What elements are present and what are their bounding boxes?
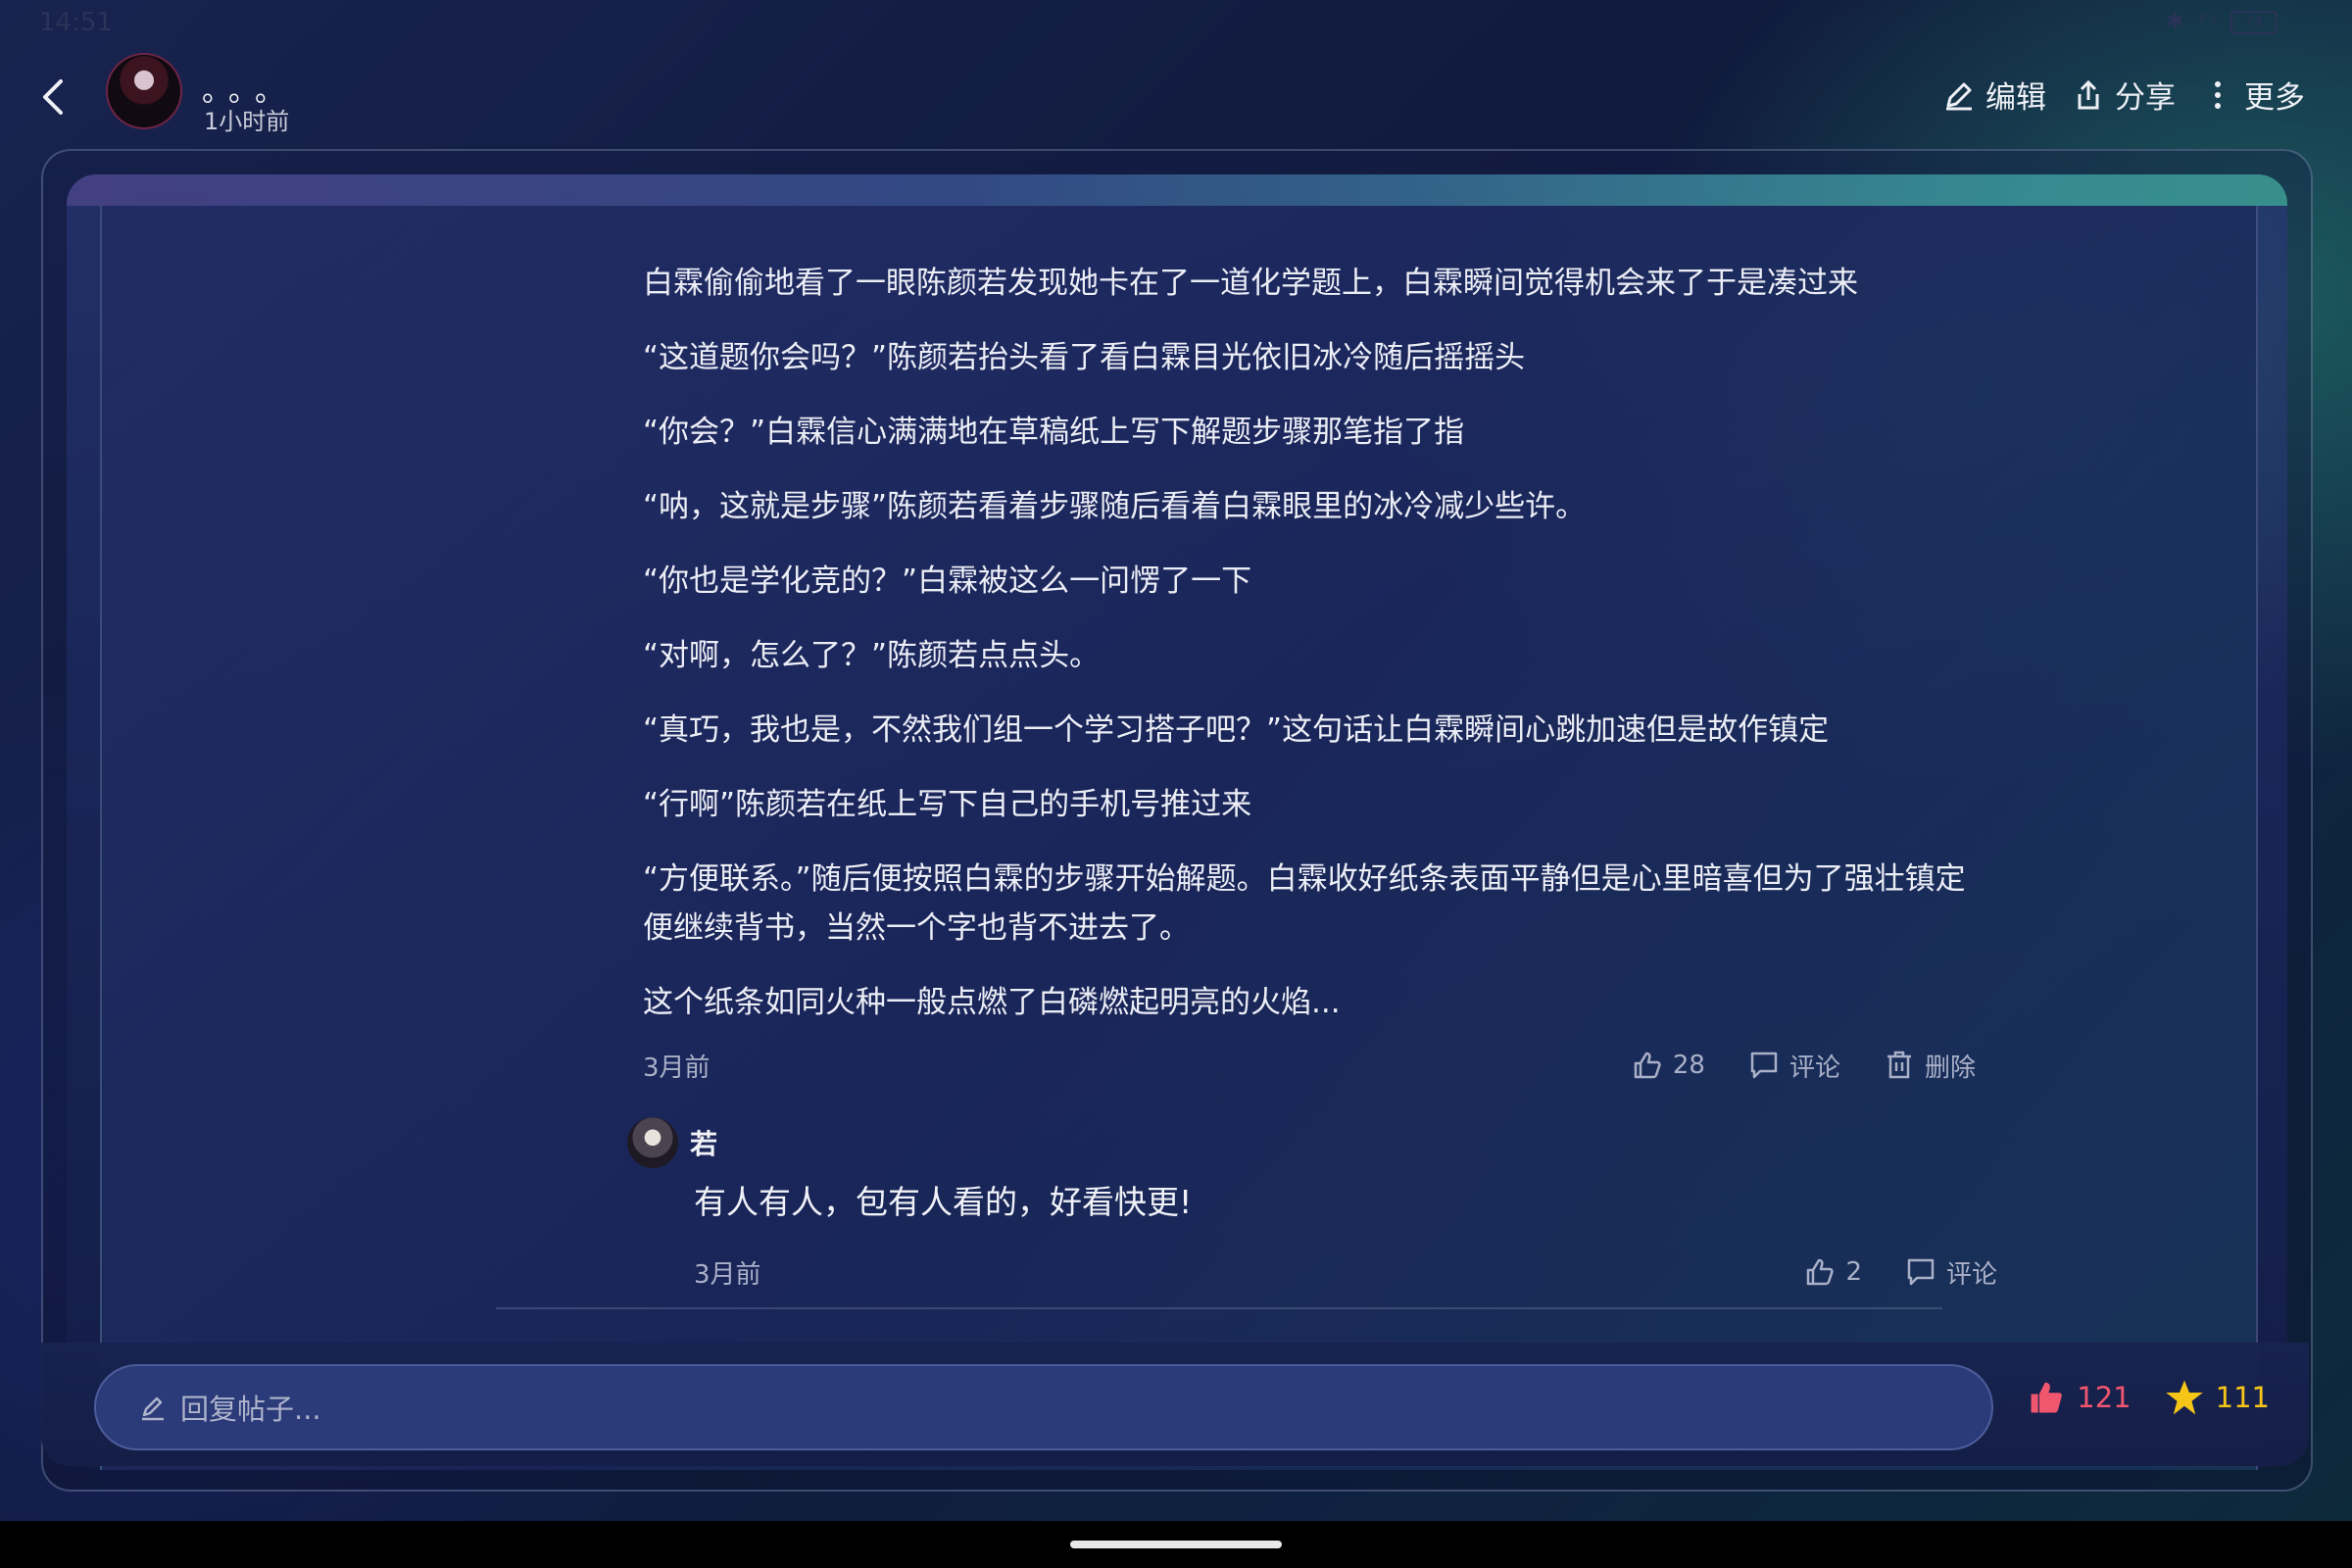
reaction-counts: 121 111 — [2028, 1378, 2270, 1417]
bluetooth-icon: ✱ — [2166, 10, 2184, 34]
top-actions: 编辑 分享 更多 — [1942, 73, 2305, 117]
comment-reply-button[interactable]: 评论 — [1905, 1254, 1997, 1291]
post-paragraph: “对啊，怎么了？”陈颜若点点头。 — [643, 638, 1101, 673]
wifi-icon: ◠ — [2197, 10, 2217, 34]
thumbs-up-icon — [1807, 1258, 1835, 1286]
commenter-avatar[interactable] — [627, 1117, 678, 1168]
thumbs-up-icon — [1634, 1052, 1661, 1079]
post-card: 白霖偷偷地看了一眼陈颜若发现她卡在了一道化学题上，白霖瞬间觉得机会来了于是凑过来… — [67, 174, 2287, 1470]
battery-icon: 74 — [2230, 10, 2278, 34]
top-bar: 。。。 1小时前 编辑 分享 更多 — [0, 49, 2352, 147]
post-paragraph: “真巧，我也是，不然我们组一个学习搭子吧？”这句话让白霖瞬间心跳加速但是故作镇定 — [643, 712, 1830, 748]
post-comment-button[interactable]: 评论 — [1748, 1048, 1840, 1084]
post-time: 1小时前 — [204, 108, 290, 135]
post-paragraph: “行啊”陈颜若在纸上写下自己的手机号推过来 — [643, 787, 1252, 822]
author-avatar[interactable] — [108, 55, 180, 127]
pencil-icon — [142, 1396, 164, 1421]
post-content: 白霖偷偷地看了一眼陈颜若发现她卡在了一道化学题上，白霖瞬间觉得机会来了于是凑过来… — [100, 206, 2258, 1470]
post-actions: 28 评论 删除 — [1632, 1048, 1976, 1084]
status-time: 14:51 — [39, 8, 113, 37]
status-icons: ✱ ◠ 74 — [2166, 10, 2278, 34]
comment-actions: 2 评论 — [1804, 1254, 1997, 1291]
post-delete-button[interactable]: 删除 — [1884, 1048, 1976, 1084]
post-like-button[interactable]: 28 — [1632, 1050, 1705, 1081]
share-label: 分享 — [2115, 80, 2176, 116]
post-paragraph: “这道题你会吗？”陈颜若抬头看了看白霖目光依旧冰冷随后摇摇头 — [643, 340, 1526, 375]
back-button[interactable] — [33, 73, 73, 122]
post-paragraph: “你会？”白霖信心满满地在草稿纸上写下解题步骤那笔指了指 — [643, 415, 1465, 450]
post-panel: 白霖偷偷地看了一眼陈颜若发现她卡在了一道化学题上，白霖瞬间觉得机会来了于是凑过来… — [41, 149, 2313, 1492]
status-bar: 14:51 ✱ ◠ 74 — [0, 0, 2352, 49]
post-like-count: 28 — [1672, 1051, 1705, 1080]
bottom-bar: 回复帖子... 121 111 — [41, 1343, 2309, 1466]
comment-date: 3月前 — [694, 1259, 761, 1290]
star-filled-icon — [2165, 1380, 2203, 1415]
post-paragraph: “方便联系。”随后便按照白霖的步骤开始解题。白霖收好纸条表面平静但是心里暗喜但为… — [643, 861, 1966, 946]
share-button[interactable]: 分享 — [2072, 73, 2176, 117]
chevron-left-icon — [43, 79, 63, 115]
comment-icon — [1907, 1258, 1935, 1286]
post-delete-label: 删除 — [1924, 1053, 1976, 1083]
post-body: 白霖偷偷地看了一眼陈颜若发现她卡在了一道化学题上，白霖瞬间觉得机会来了于是凑过来… — [643, 259, 1976, 1053]
post-meta-row: 3月前 28 评论 删除 — [643, 1041, 1976, 1090]
thumbs-up-filled-icon — [2031, 1382, 2063, 1413]
comment-like-count: 2 — [1845, 1257, 1862, 1287]
more-button[interactable]: 更多 — [2201, 73, 2305, 117]
system-nav-bar — [0, 1521, 2352, 1568]
comment-like-button[interactable]: 2 — [1804, 1256, 1862, 1288]
reply-input[interactable]: 回复帖子... — [94, 1364, 1993, 1450]
reply-placeholder: 回复帖子... — [180, 1393, 321, 1426]
like-count: 121 — [2077, 1381, 2132, 1414]
trash-icon — [1886, 1051, 1911, 1079]
more-vertical-icon — [2215, 80, 2221, 109]
commenter-name[interactable]: 若 — [690, 1123, 717, 1162]
share-icon — [2078, 79, 2099, 109]
post-paragraph: 这个纸条如同火种一般点燃了白磷燃起明亮的火焰... — [643, 985, 1341, 1020]
post-paragraph: 白霖偷偷地看了一眼陈颜若发现她卡在了一道化学题上，白霖瞬间觉得机会来了于是凑过来 — [643, 266, 1858, 301]
post-paragraph: “呐，这就是步骤”陈颜若看着步骤随后看着白霖眼里的冰冷减少些许。 — [643, 489, 1587, 524]
like-button[interactable]: 121 — [2028, 1379, 2132, 1416]
post-date: 3月前 — [643, 1053, 710, 1083]
home-handle[interactable] — [1070, 1541, 1282, 1548]
pencil-icon — [1946, 82, 1972, 110]
comment-icon — [1750, 1052, 1778, 1079]
more-label: 更多 — [2244, 80, 2305, 116]
edit-button[interactable]: 编辑 — [1942, 73, 2046, 117]
post-comment-label: 评论 — [1788, 1053, 1840, 1083]
favorite-button[interactable]: 111 — [2165, 1378, 2270, 1417]
edit-label: 编辑 — [1985, 80, 2046, 116]
favorite-count: 111 — [2215, 1381, 2270, 1414]
comment-divider — [496, 1307, 1942, 1309]
post-paragraph: “你也是学化竞的？”白霖被这么一问愣了一下 — [643, 564, 1252, 599]
comment-reply-label: 评论 — [1945, 1259, 1997, 1290]
comment-meta-row: 3月前 2 评论 — [694, 1250, 1997, 1294]
comment-text: 有人有人，包有人看的，好看快更! — [694, 1183, 1193, 1221]
